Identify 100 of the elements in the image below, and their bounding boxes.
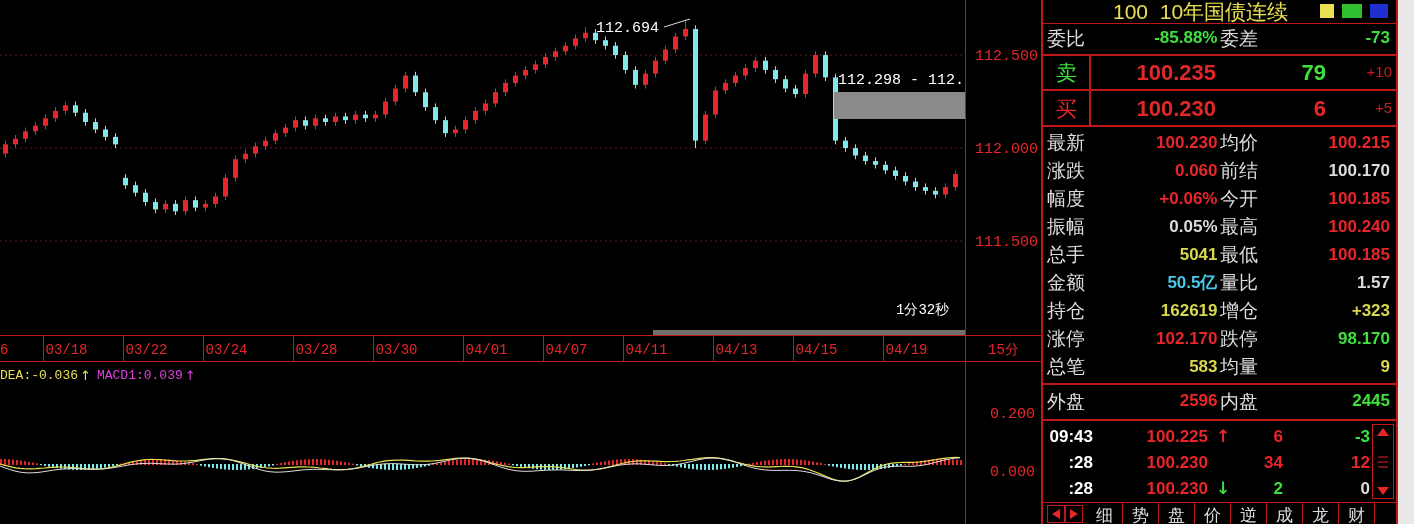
candlestick	[383, 97, 388, 119]
candlestick	[633, 65, 638, 90]
panel-tab[interactable]: 财	[1339, 503, 1375, 524]
scroll-up-icon[interactable]	[1376, 427, 1390, 437]
candlestick	[493, 88, 498, 108]
x-axis-label: 6	[0, 341, 9, 360]
order-side: 买	[1055, 95, 1077, 122]
tick-arrow: ↑	[1215, 425, 1231, 449]
stat-label: 均量	[1219, 355, 1258, 379]
stat-value: 583	[1189, 356, 1218, 379]
tick-price: 100.230	[1145, 452, 1208, 475]
x-axis-label: 04/13	[712, 336, 759, 361]
stat-value: 2596	[1179, 389, 1218, 412]
candlestick	[393, 84, 398, 106]
stat-label: 量比	[1219, 271, 1258, 295]
y-axis-label: 111.500	[975, 233, 1038, 254]
tick-scrollbar[interactable]	[1372, 424, 1394, 499]
tick-change: 12	[1350, 452, 1371, 475]
stat-value: 50.5亿	[1167, 272, 1218, 295]
scroll-down-icon[interactable]	[1376, 486, 1390, 496]
stat-value: -73	[1365, 26, 1390, 49]
order-price: 100.230	[1135, 94, 1216, 123]
instrument-title: 100 10年国债连续	[1113, 0, 1290, 22]
x-axis-label: 03/28	[292, 336, 339, 361]
scroll-bar[interactable]	[653, 330, 965, 335]
candlestick	[233, 155, 238, 183]
candlestick	[223, 173, 228, 201]
stat-value: 1.57	[1356, 272, 1390, 295]
stat-value: -85.88%	[1154, 26, 1218, 49]
stat-label: 内盘	[1219, 389, 1258, 414]
candlestick	[433, 102, 438, 125]
stat-label: 跌停	[1219, 327, 1258, 351]
stat-label: 委比	[1047, 26, 1085, 51]
x-axis-label: 04/11	[622, 336, 669, 361]
y-axis-label: 0.200	[990, 405, 1035, 425]
stat-label: 总笔	[1047, 355, 1085, 379]
leader-line	[664, 18, 690, 28]
candlestick	[403, 71, 408, 93]
trend-arrow: ↑	[80, 367, 91, 385]
candlestick	[643, 69, 648, 90]
stat-label: 涨停	[1047, 327, 1085, 351]
x-axis-label: 03/24	[202, 336, 249, 361]
stat-value: 98.170	[1338, 328, 1390, 351]
candlestick	[653, 56, 658, 78]
candlestick	[823, 50, 828, 82]
tick-price: 100.230	[1145, 478, 1208, 501]
stat-value: 162619	[1160, 300, 1218, 323]
stat-value: 9	[1380, 356, 1390, 379]
stat-value: 100.170	[1328, 160, 1390, 183]
candlestick	[803, 69, 808, 99]
panel-tab[interactable]: 成	[1267, 503, 1303, 524]
stat-label: 最新	[1047, 131, 1085, 155]
panel-tab[interactable]: 细	[1087, 503, 1123, 524]
candlestick	[183, 195, 188, 216]
panel-tab[interactable]: 盘	[1159, 503, 1195, 524]
y-axis-label: 0.000	[990, 463, 1035, 483]
trend-arrow: ↑	[184, 367, 196, 385]
stat-value: +323	[1351, 300, 1390, 323]
stat-label: 振幅	[1047, 215, 1085, 239]
stat-label: 金额	[1047, 271, 1085, 295]
stat-value: 100.185	[1328, 244, 1390, 267]
tick-volume: 34	[1263, 452, 1283, 475]
x-axis-label: 04/15	[792, 336, 839, 361]
tick-volume: 6	[1272, 426, 1283, 449]
stat-value: 100.240	[1328, 216, 1390, 239]
tick-change: 0	[1359, 478, 1371, 501]
tick-time: 09:43	[1048, 426, 1093, 449]
countdown-label: 1分32秒	[896, 301, 950, 320]
panel-tab[interactable]: 势	[1123, 503, 1159, 524]
tick-volume: 2	[1272, 478, 1283, 501]
x-axis-label: 03/18	[42, 336, 89, 361]
stat-value: 100.230	[1156, 132, 1218, 155]
stat-value: 100.215	[1328, 132, 1390, 155]
x-axis-label: 03/22	[122, 336, 169, 361]
candlestick	[663, 45, 668, 65]
stat-label: 均价	[1219, 131, 1258, 155]
order-side: 卖	[1055, 59, 1077, 86]
tick-price: 100.225	[1145, 426, 1208, 449]
stat-label: 持仓	[1047, 299, 1085, 323]
tick-arrow: ↓	[1215, 477, 1231, 501]
stat-value: 0.060	[1174, 160, 1218, 183]
indicator-readout: DEA:-0.036	[0, 367, 78, 385]
panel-tab[interactable]: 龙	[1303, 503, 1339, 524]
candlestick	[953, 169, 958, 192]
period-label: 15分	[965, 336, 1041, 361]
indicator-readout: MACD1:0.039	[96, 367, 183, 385]
order-volume: 6	[1313, 94, 1326, 123]
order-volume: 79	[1301, 59, 1326, 88]
panel-tab[interactable]: 价	[1195, 503, 1231, 524]
stat-label: 总手	[1047, 243, 1085, 267]
candlestick	[413, 71, 418, 97]
x-axis-label: 04/07	[542, 336, 589, 361]
order-change: +5	[1373, 98, 1393, 119]
stat-value: 102.170	[1156, 328, 1218, 351]
candlestick	[673, 32, 678, 54]
panel-tab[interactable]: 逆	[1231, 503, 1267, 524]
high-price-label: 112.694	[596, 19, 659, 39]
previous-icon[interactable]	[1047, 504, 1065, 523]
candlestick	[423, 88, 428, 112]
next-icon[interactable]	[1065, 504, 1083, 523]
